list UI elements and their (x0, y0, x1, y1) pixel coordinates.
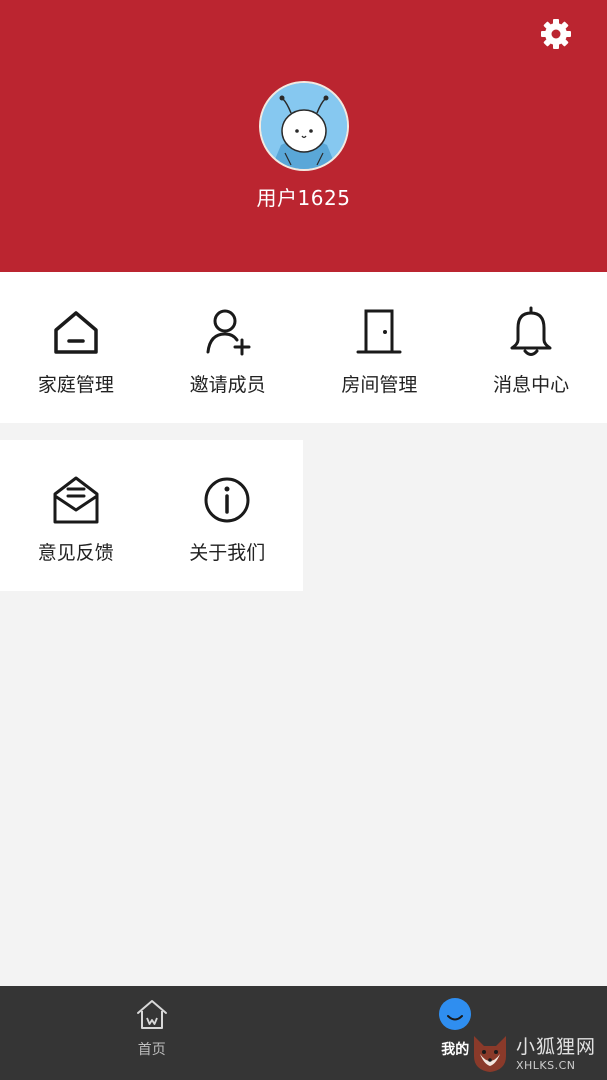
menu-item-label: 关于我们 (189, 542, 266, 564)
mail-icon (53, 476, 99, 524)
username-label: 用户1625 (256, 186, 351, 210)
menu-grid-row-1: 家庭管理 邀请成员 房间管理 消息中心 (0, 272, 607, 423)
home-outline-icon (136, 1000, 167, 1029)
menu-item-family-management[interactable]: 家庭管理 (0, 272, 152, 423)
info-icon (204, 477, 250, 523)
menu-item-message-center[interactable]: 消息中心 (455, 272, 607, 423)
cartoon-avatar-icon (261, 83, 347, 169)
add-user-icon (206, 309, 251, 356)
fox-logo-icon (474, 1036, 506, 1072)
profile-header: 用户1625 (0, 0, 607, 272)
menu-item-room-management[interactable]: 房间管理 (304, 272, 456, 423)
avatar[interactable] (259, 81, 349, 171)
gear-icon (541, 19, 571, 49)
tab-home[interactable]: 首页 (0, 986, 304, 1080)
menu-item-label: 家庭管理 (37, 374, 114, 396)
home-icon (54, 311, 98, 354)
menu-item-label: 意见反馈 (37, 542, 114, 564)
menu-item-label: 邀请成员 (189, 374, 266, 396)
bell-icon (510, 306, 552, 356)
menu-grid-row-2: 意见反馈 关于我们 (0, 440, 303, 591)
menu-item-label: 房间管理 (341, 374, 418, 396)
menu-item-invite-member[interactable]: 邀请成员 (152, 272, 304, 423)
tab-label: 首页 (137, 1042, 166, 1058)
door-icon (356, 309, 402, 354)
watermark-title: 小狐狸网 (516, 1036, 597, 1058)
menu-item-feedback[interactable]: 意见反馈 (0, 440, 152, 591)
menu-item-about-us[interactable]: 关于我们 (152, 440, 304, 591)
settings-button[interactable] (537, 15, 575, 53)
watermark: 小狐狸网 XHLKS.CN (468, 1024, 607, 1080)
menu-item-label: 消息中心 (493, 374, 570, 396)
watermark-url: XHLKS.CN (516, 1059, 576, 1072)
